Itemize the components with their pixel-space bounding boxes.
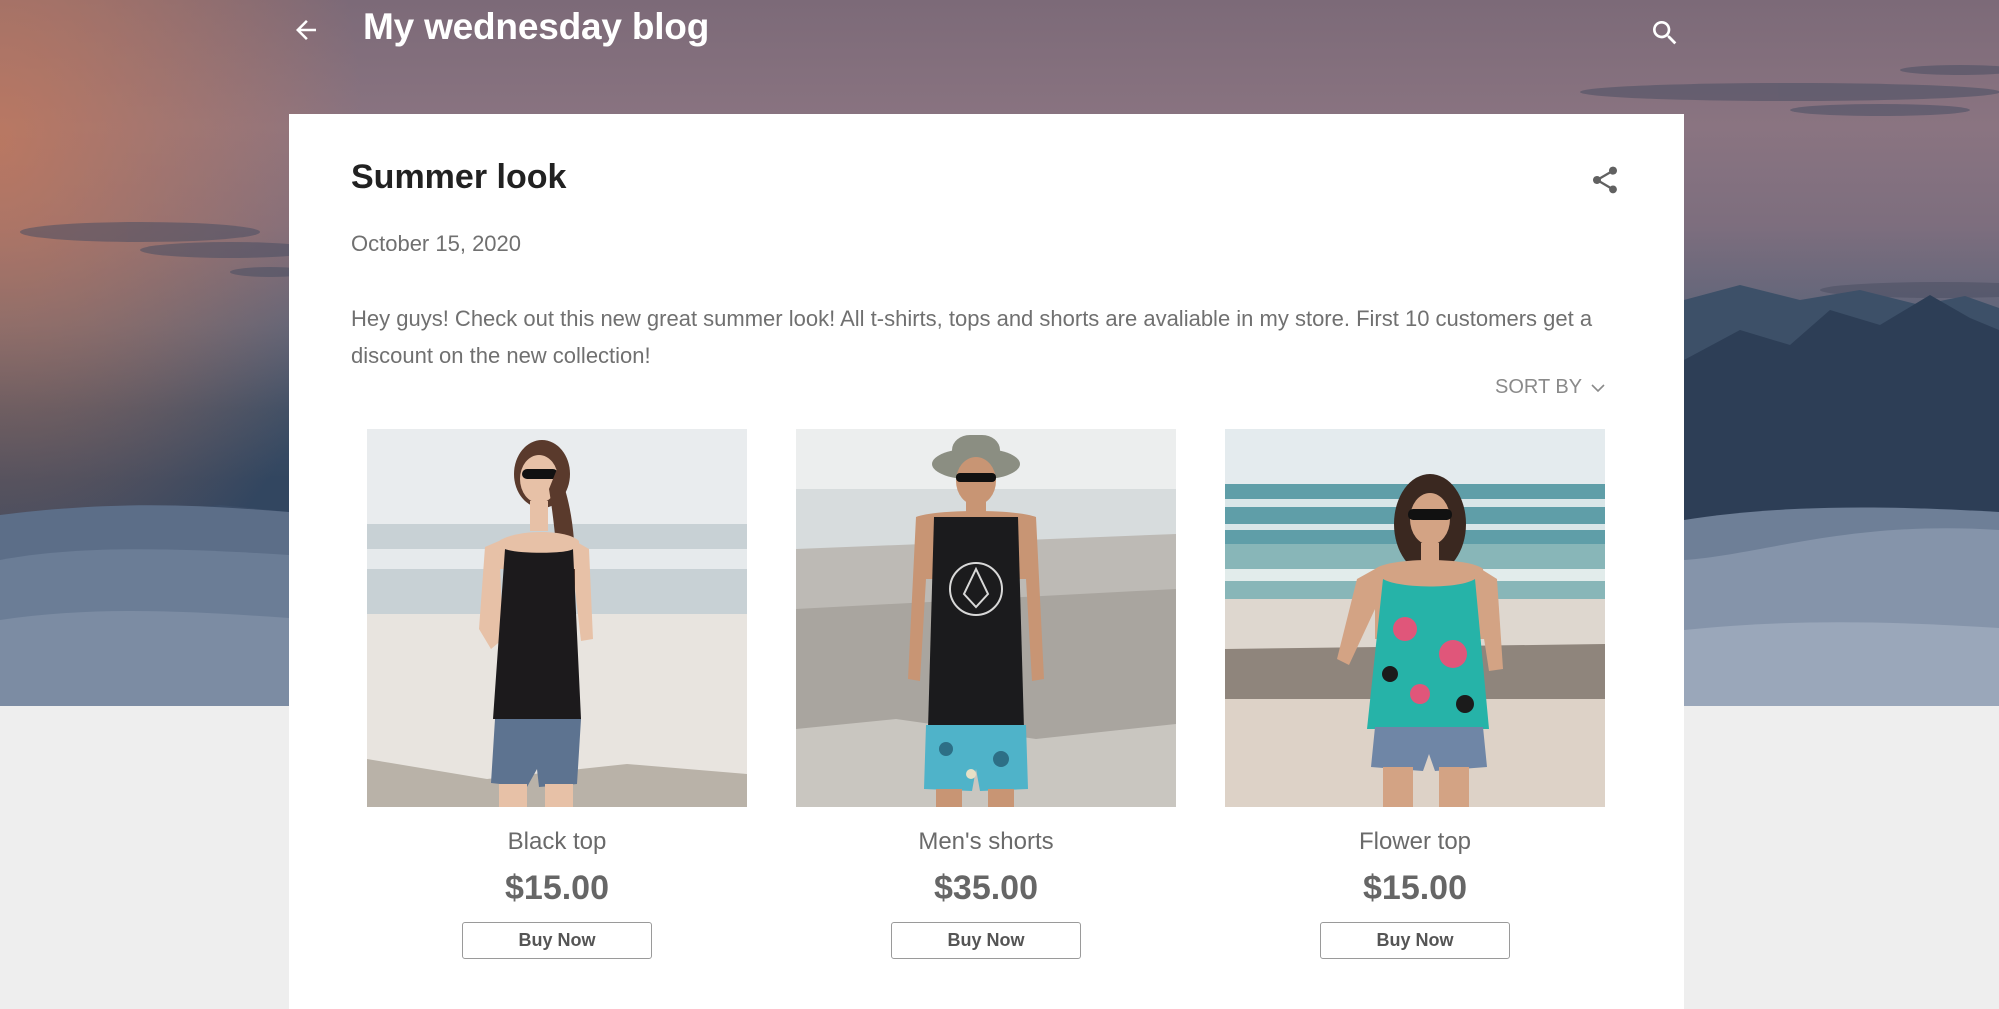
post-card: Summer look October 15, 2020 Hey guys! C… (289, 114, 1684, 1009)
product-name: Black top (507, 828, 607, 855)
product-price: $15.00 (505, 869, 609, 907)
product-image[interactable] (796, 429, 1176, 807)
product-card: Flower top $15.00 Buy Now (1225, 429, 1605, 959)
product-card: Black top $15.00 Buy Now (367, 429, 747, 959)
post-body: Hey guys! Check out this new great summe… (351, 306, 1593, 368)
buy-now-button[interactable]: Buy Now (1320, 922, 1510, 959)
buy-now-button[interactable]: Buy Now (891, 922, 1081, 959)
product-image[interactable] (1225, 429, 1605, 807)
post-title: Summer look (351, 158, 567, 196)
product-image[interactable] (367, 429, 747, 807)
arrow-left-icon (296, 20, 316, 40)
back-button[interactable] (286, 10, 326, 50)
product-price: $35.00 (934, 869, 1038, 907)
chevron-down-icon (1591, 383, 1605, 392)
sort-by-dropdown[interactable]: SORT BY (1495, 376, 1606, 399)
sort-by-label: SORT BY (1495, 376, 1583, 398)
product-name: Men's shorts (918, 828, 1054, 855)
product-name: Flower top (1358, 828, 1472, 855)
share-button[interactable] (1585, 160, 1625, 200)
share-icon (1593, 166, 1617, 194)
product-price: $15.00 (1363, 869, 1467, 907)
product-card: Men's shorts $35.00 Buy Now (796, 429, 1176, 959)
buy-now-button[interactable]: Buy Now (462, 922, 652, 959)
blog-title[interactable]: My wednesday blog (363, 6, 709, 48)
search-icon (1653, 21, 1677, 45)
post-date: October 15, 2020 (351, 231, 522, 256)
search-button[interactable] (1645, 13, 1685, 53)
